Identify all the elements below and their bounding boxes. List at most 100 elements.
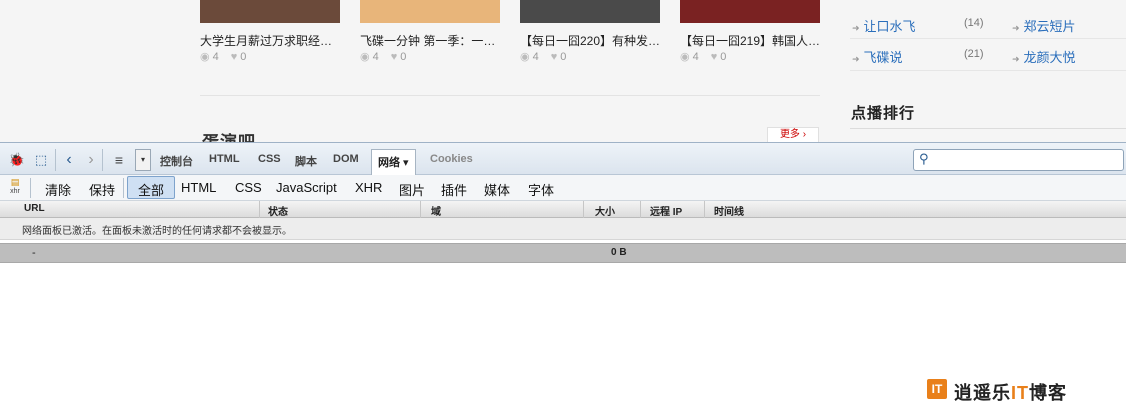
eye-icon: ◉ [680, 51, 690, 63]
column-timeline[interactable]: 时间线 [714, 203, 744, 218]
video-title[interactable]: 大学生月薪过万求职经… [200, 32, 340, 49]
filter-images[interactable]: 图片 [399, 180, 425, 199]
video-stats: ◉ 4 ♥ 0 [360, 50, 406, 63]
divider [200, 95, 820, 96]
filter-css[interactable]: CSS [235, 180, 262, 195]
sidebar-link[interactable]: ➜ 让口水飞 [852, 16, 916, 35]
firebug-panel: 🐞 ⬚ ‹ › ≡ ▾ 控制台 HTML CSS 脚本 DOM 网络 ▾ Coo… [0, 142, 1126, 409]
forward-icon[interactable]: › [82, 151, 100, 169]
search-field[interactable]: ⚲ [913, 149, 1124, 171]
more-button[interactable]: 更多 › [767, 127, 819, 142]
sidebar-link[interactable]: ➜ 龙颜大悦 [1012, 47, 1076, 66]
filter-plugins[interactable]: 插件 [441, 180, 467, 199]
watermark-logo: IT [927, 379, 947, 399]
back-icon[interactable]: ‹ [60, 151, 78, 169]
arrow-icon: ➜ [1012, 23, 1020, 33]
eye-icon: ◉ [360, 51, 370, 63]
video-thumbnail[interactable] [360, 0, 500, 23]
persist-button[interactable]: 保持 [89, 180, 115, 199]
video-card[interactable]: 【每日一囧219】韩国人… ◉ 4 ♥ 0 [680, 0, 820, 63]
video-card[interactable]: 飞碟一分钟 第一季：一… ◉ 4 ♥ 0 [360, 0, 500, 63]
inspect-icon[interactable]: ⬚ [32, 151, 50, 169]
tab-html[interactable]: HTML [209, 153, 240, 165]
video-card[interactable]: 【每日一囧220】有种发… ◉ 4 ♥ 0 [520, 0, 660, 63]
menu-icon[interactable]: ≡ [110, 151, 128, 169]
column-url[interactable]: URL [24, 203, 45, 214]
video-title[interactable]: 飞碟一分钟 第一季：一… [360, 32, 500, 49]
search-icon: ⚲ [919, 151, 929, 166]
divider [850, 70, 1126, 71]
divider [850, 38, 1126, 39]
net-status-message: 网络面板已激活。在面板未激活时的任何请求都不会被显示。 [0, 218, 1126, 240]
video-title[interactable]: 【每日一囧219】韩国人… [680, 32, 820, 49]
net-column-header: URL 状态 域 大小 远程 IP 时间线 [0, 201, 1126, 218]
heart-icon: ♥ [710, 51, 718, 63]
column-remote-ip[interactable]: 远程 IP [650, 203, 682, 218]
view-count: 4 [212, 51, 219, 63]
xhr-icon[interactable]: ▤ xhr [8, 178, 22, 198]
tab-css[interactable]: CSS [258, 153, 281, 165]
sidebar-link[interactable]: ➜ 郑云短片 [1012, 16, 1076, 35]
column-divider[interactable] [640, 201, 641, 218]
column-domain[interactable]: 域 [431, 203, 441, 218]
tab-net[interactable]: 网络 ▾ [371, 149, 416, 177]
rank-title: 点播排行 [851, 105, 916, 122]
heart-icon: ♥ [390, 51, 398, 63]
column-divider[interactable] [259, 201, 260, 218]
column-size[interactable]: 大小 [595, 203, 615, 218]
heart-icon: ♥ [230, 51, 238, 63]
filter-javascript[interactable]: JavaScript [276, 180, 337, 195]
filter-media[interactable]: 媒体 [484, 180, 510, 199]
view-count: 4 [532, 51, 539, 63]
tab-dom[interactable]: DOM [333, 153, 359, 165]
like-count: 0 [400, 51, 407, 63]
heart-icon: ♥ [550, 51, 558, 63]
video-stats: ◉ 4 ♥ 0 [520, 50, 566, 63]
like-count: 0 [560, 51, 567, 63]
web-page: 大学生月薪过万求职经… ◉ 4 ♥ 0 飞碟一分钟 第一季：一… ◉ 4 ♥ 0 【每日一囧… [0, 0, 1126, 142]
column-status[interactable]: 状态 [268, 203, 288, 218]
separator [123, 178, 124, 198]
video-thumbnail[interactable] [520, 0, 660, 23]
column-divider[interactable] [583, 201, 584, 218]
separator [30, 178, 31, 198]
status-message-text: 网络面板已激活。在面板未激活时的任何请求都不会被显示。 [22, 226, 292, 237]
tab-cookies[interactable]: Cookies [430, 153, 473, 165]
watermark-text: 逍遥乐IT博客 [954, 383, 1067, 403]
filter-all[interactable]: 全部 [127, 176, 176, 199]
section-title: 蛋演吧 [202, 128, 256, 142]
summary-total-size: 0 B [611, 247, 627, 258]
separator [55, 149, 56, 171]
video-title[interactable]: 【每日一囧220】有种发… [520, 32, 660, 49]
like-count: 0 [720, 51, 727, 63]
filter-html[interactable]: HTML [181, 180, 216, 195]
video-thumbnail[interactable] [200, 0, 340, 23]
column-divider[interactable] [420, 201, 421, 218]
sidebar-link[interactable]: ➜ 飞碟说 [852, 47, 903, 66]
arrow-icon: ➜ [1012, 54, 1020, 64]
sidebar-count: (21) [964, 48, 984, 60]
firebug-icon[interactable]: 🐞 [8, 151, 26, 169]
search-input[interactable] [936, 152, 1120, 168]
view-count: 4 [372, 51, 379, 63]
summary-request-count: - [32, 247, 36, 259]
column-divider[interactable] [704, 201, 705, 218]
firebug-toolbar: 🐞 ⬚ ‹ › ≡ ▾ 控制台 HTML CSS 脚本 DOM 网络 ▾ Coo… [0, 142, 1126, 177]
video-card[interactable]: 大学生月薪过万求职经… ◉ 4 ♥ 0 [200, 0, 340, 63]
tab-console[interactable]: 控制台 [160, 153, 193, 169]
separator [102, 149, 103, 171]
divider [850, 128, 1126, 129]
net-filter-bar: ▤ xhr 清除 保持 全部 HTML CSS JavaScript XHR 图片… [0, 175, 1126, 201]
arrow-icon: ➜ [852, 54, 860, 64]
clear-button[interactable]: 清除 [45, 180, 71, 199]
net-summary-row: - 0 B [0, 243, 1126, 263]
video-stats: ◉ 4 ♥ 0 [200, 50, 246, 63]
chevron-down-icon[interactable]: ▾ [135, 149, 151, 171]
filter-fonts[interactable]: 字体 [528, 180, 554, 199]
view-count: 4 [692, 51, 699, 63]
tab-script[interactable]: 脚本 [295, 153, 317, 169]
filter-xhr[interactable]: XHR [355, 180, 382, 195]
arrow-icon: ➜ [852, 23, 860, 33]
video-thumbnail[interactable] [680, 0, 820, 23]
like-count: 0 [240, 51, 247, 63]
